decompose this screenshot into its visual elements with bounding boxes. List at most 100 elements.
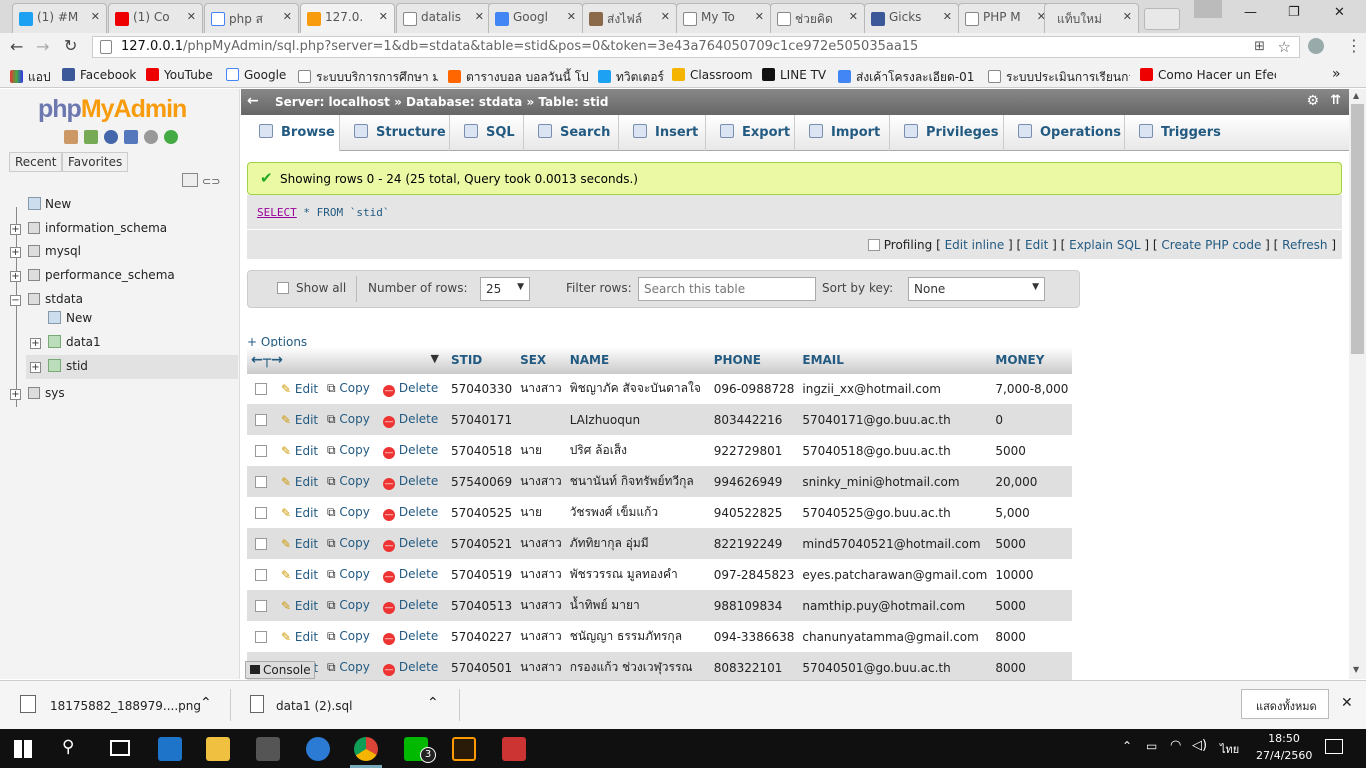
cell-sex[interactable]: นางสาว: [516, 466, 566, 497]
cell-phone[interactable]: 822192249: [709, 528, 799, 559]
cell-sex[interactable]: นางสาว: [516, 652, 566, 683]
tab-search[interactable]: Search: [524, 115, 619, 151]
column-header-phone[interactable]: PHONE: [709, 347, 799, 374]
tree-table-stid[interactable]: stid: [48, 359, 88, 373]
cell-money[interactable]: 5000: [991, 435, 1073, 466]
close-icon[interactable]: ✕: [187, 10, 196, 23]
crumb-server[interactable]: Server: localhost: [275, 95, 390, 109]
phpmyadmin-logo[interactable]: phpMyAdmin: [38, 95, 187, 124]
cell-money[interactable]: 7,000-8,000: [991, 373, 1073, 404]
row-copy-action[interactable]: ⧉ Copy: [323, 404, 379, 435]
bookmark-evaluation[interactable]: ระบบประเมินการเรียนการส: [988, 68, 1130, 87]
cell-name[interactable]: กรองแก้ว ช่วงเวฬุวรรณ: [565, 652, 710, 683]
minimize-icon[interactable]: —: [1244, 5, 1257, 20]
row-edit-action[interactable]: ✎ Edit: [277, 559, 323, 590]
row-delete-action[interactable]: — Delete: [379, 590, 447, 621]
tree-table-data1[interactable]: data1: [48, 335, 101, 349]
cell-name[interactable]: พัชรวรรณ มูลทองคำ: [565, 559, 710, 590]
new-tab-button[interactable]: [1144, 8, 1180, 30]
scroll-thumb[interactable]: [1351, 104, 1364, 354]
cell-name[interactable]: ชนัญญา ธรรมภัทรกุล: [565, 621, 710, 652]
row-checkbox[interactable]: [255, 475, 267, 488]
row-copy-action[interactable]: ⧉ Copy: [323, 528, 379, 559]
edge-icon[interactable]: [158, 737, 182, 761]
bookmark-classroom[interactable]: Classroom: [672, 68, 753, 82]
cell-email[interactable]: namthip.puy@hotmail.com: [798, 590, 992, 621]
illustrator-icon[interactable]: [452, 737, 476, 761]
scroll-down-icon[interactable]: ▼: [1353, 665, 1359, 674]
tab-browse[interactable]: Browse: [245, 115, 340, 151]
row-delete-action[interactable]: — Delete: [379, 652, 447, 683]
home-icon[interactable]: [64, 130, 78, 144]
reload-nav-icon[interactable]: [164, 130, 178, 144]
cell-money[interactable]: 8000: [991, 621, 1073, 652]
tree-db-sys[interactable]: sys: [28, 386, 65, 400]
bookmark-education[interactable]: ระบบบริการการศึกษา มห: [298, 68, 438, 87]
favorites-button[interactable]: Favorites: [62, 152, 129, 172]
more-bookmarks-icon[interactable]: »: [1332, 66, 1341, 82]
browser-tab[interactable]: Googl ✕: [488, 3, 583, 33]
row-copy-action[interactable]: ⧉ Copy: [323, 497, 379, 528]
chevron-up-icon[interactable]: ⌃: [200, 695, 212, 711]
profiling-checkbox[interactable]: [867, 239, 880, 251]
cell-sex[interactable]: นาย: [516, 497, 566, 528]
close-icon[interactable]: ✕: [567, 10, 576, 23]
task-view-icon[interactable]: [110, 740, 130, 756]
column-header-sex[interactable]: SEX: [516, 347, 566, 374]
cell-email[interactable]: 57040518@go.buu.ac.th: [798, 435, 992, 466]
cell-email[interactable]: mind57040521@hotmail.com: [798, 528, 992, 559]
row-copy-action[interactable]: ⧉ Copy: [323, 466, 379, 497]
cell-sex[interactable]: นางสาว: [516, 559, 566, 590]
browser-tab[interactable]: PHP M ✕: [958, 3, 1053, 33]
cell-phone[interactable]: 808322101: [709, 652, 799, 683]
language-indicator[interactable]: ไทย: [1220, 740, 1239, 758]
close-icon[interactable]: ✕: [91, 10, 100, 23]
explain-sql-link[interactable]: Explain SQL: [1069, 238, 1141, 252]
cell-sex[interactable]: นาย: [516, 435, 566, 466]
row-edit-action[interactable]: ✎ Edit: [277, 466, 323, 497]
row-edit-action[interactable]: ✎ Edit: [277, 528, 323, 559]
close-icon[interactable]: ✕: [849, 10, 858, 23]
cell-sex[interactable]: นางสาว: [516, 528, 566, 559]
tab-sql[interactable]: SQL: [450, 115, 524, 151]
cell-stid[interactable]: 57540069: [447, 466, 517, 497]
row-delete-action[interactable]: — Delete: [379, 497, 447, 528]
row-checkbox[interactable]: [255, 599, 267, 612]
cell-sex[interactable]: นางสาว: [516, 373, 566, 404]
cell-money[interactable]: 5000: [991, 590, 1073, 621]
cell-phone[interactable]: 940522825: [709, 497, 799, 528]
tab-operations[interactable]: Operations: [1004, 115, 1125, 151]
cell-stid[interactable]: 57040171: [447, 404, 517, 435]
crumb-database[interactable]: Database: stdata: [406, 95, 522, 109]
help-icon[interactable]: [104, 130, 118, 144]
row-edit-action[interactable]: ✎ Edit: [277, 373, 323, 404]
row-delete-action[interactable]: — Delete: [379, 466, 447, 497]
file-explorer-icon[interactable]: [206, 737, 230, 761]
recent-button[interactable]: Recent: [9, 152, 63, 172]
expand-icon[interactable]: +: [30, 362, 41, 373]
browser-tab[interactable]: My To ✕: [676, 3, 771, 33]
row-delete-action[interactable]: — Delete: [379, 528, 447, 559]
scroll-up-icon[interactable]: ▲: [1353, 91, 1359, 100]
close-icon[interactable]: ✕: [943, 10, 952, 23]
bookmark-apps[interactable]: แอป: [10, 68, 51, 87]
page-scrollbar[interactable]: ▲ ▼: [1349, 89, 1366, 679]
cell-money[interactable]: 8000: [991, 652, 1073, 683]
row-checkbox[interactable]: [255, 506, 267, 519]
browser-tab[interactable]: ช่วยคิด ✕: [770, 3, 865, 33]
sort-direction-icon[interactable]: ▼: [431, 352, 439, 365]
maximize-icon[interactable]: ❐: [1288, 5, 1300, 20]
bookmark-facebook[interactable]: Facebook: [62, 68, 136, 82]
cell-sex[interactable]: [516, 404, 566, 435]
page-info-icon[interactable]: [100, 40, 112, 54]
close-icon[interactable]: ✕: [475, 10, 484, 23]
tab-export[interactable]: Export: [706, 115, 795, 151]
cell-money[interactable]: 5,000: [991, 497, 1073, 528]
internet-explorer-icon[interactable]: [306, 737, 330, 761]
cell-money[interactable]: 0: [991, 404, 1073, 435]
bookmark-twitter[interactable]: ทวิตเตอร์: [598, 68, 664, 87]
cell-name[interactable]: ชนานันท์ กิจทรัพย์ทวีกุล: [565, 466, 710, 497]
bookmark-google[interactable]: Google: [226, 68, 286, 82]
row-edit-action[interactable]: ✎ Edit: [277, 435, 323, 466]
show-all-checkbox[interactable]: [277, 282, 289, 294]
